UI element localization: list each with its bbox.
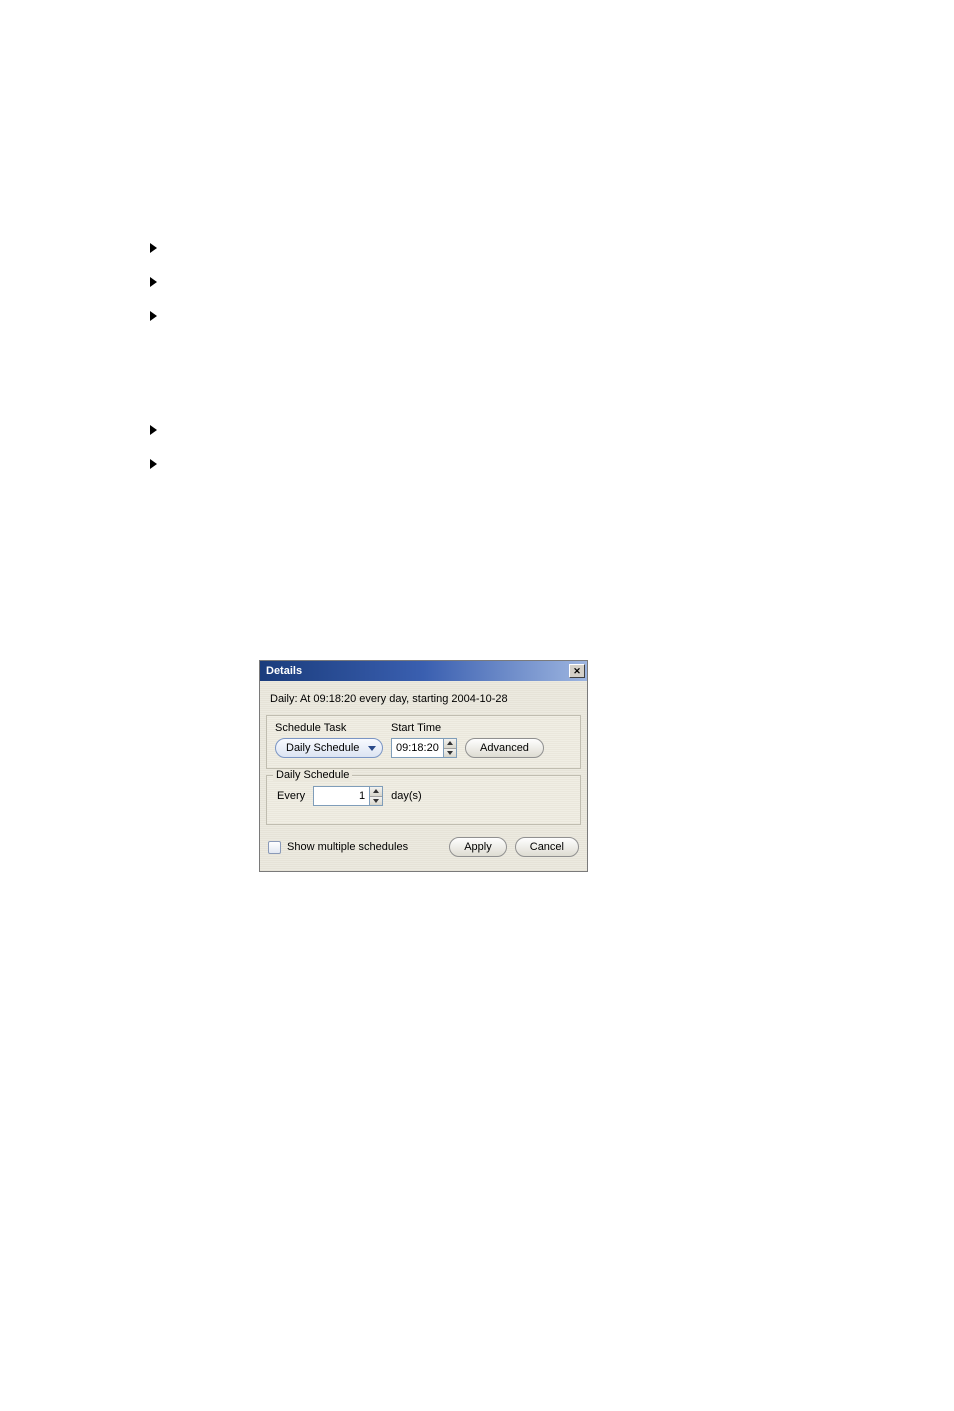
close-button[interactable]: ✕: [569, 664, 585, 678]
cancel-button[interactable]: Cancel: [515, 837, 579, 857]
every-days-input[interactable]: [313, 786, 369, 806]
dialog-footer: Show multiple schedules Apply Cancel: [266, 833, 581, 865]
arrow-down-icon: [373, 799, 379, 803]
show-multiple-checkbox[interactable]: Show multiple schedules: [268, 841, 408, 854]
details-dialog: Details ✕ Daily: At 09:18:20 every day, …: [259, 660, 588, 872]
advanced-button[interactable]: Advanced: [465, 738, 544, 758]
schedule-task-dropdown[interactable]: Daily Schedule: [275, 738, 383, 758]
bullet-icon: [150, 277, 157, 287]
bullet-icon: [150, 243, 157, 253]
titlebar: Details ✕: [260, 661, 587, 681]
checkbox-icon: [268, 841, 281, 854]
schedule-task-group: Schedule Task Daily Schedule Start Time: [266, 715, 581, 769]
spinner-down-button[interactable]: [370, 797, 382, 806]
close-icon: ✕: [573, 667, 581, 676]
every-days-spinner[interactable]: [313, 786, 383, 806]
chevron-down-icon: [368, 746, 376, 751]
start-time-spinner[interactable]: [391, 738, 457, 758]
dialog-body: Daily: At 09:18:20 every day, starting 2…: [260, 681, 587, 871]
daily-schedule-group: Daily Schedule Every day(s): [266, 775, 581, 825]
arrow-up-icon: [447, 741, 453, 745]
bullet-icon: [150, 311, 157, 321]
footer-buttons: Apply Cancel: [449, 837, 579, 857]
every-label: Every: [277, 790, 305, 802]
bullet-list-bottom: [150, 425, 157, 493]
bullet-icon: [150, 425, 157, 435]
dialog-title: Details: [266, 665, 302, 677]
dropdown-value: Daily Schedule: [286, 742, 359, 754]
bullet-list-top: [150, 243, 157, 345]
start-time-label: Start Time: [391, 722, 457, 734]
bullet-icon: [150, 459, 157, 469]
arrow-down-icon: [447, 751, 453, 755]
schedule-task-label: Schedule Task: [275, 722, 383, 734]
daily-schedule-legend: Daily Schedule: [273, 769, 352, 781]
spinner-up-button[interactable]: [444, 739, 456, 749]
spinner-buttons: [443, 738, 457, 758]
schedule-summary: Daily: At 09:18:20 every day, starting 2…: [266, 687, 581, 715]
spinner-buttons: [369, 786, 383, 806]
start-time-input[interactable]: [391, 738, 443, 758]
show-multiple-label: Show multiple schedules: [287, 841, 408, 853]
spinner-down-button[interactable]: [444, 749, 456, 758]
spinner-up-button[interactable]: [370, 787, 382, 797]
arrow-up-icon: [373, 789, 379, 793]
apply-button[interactable]: Apply: [449, 837, 507, 857]
days-label: day(s): [391, 790, 422, 802]
